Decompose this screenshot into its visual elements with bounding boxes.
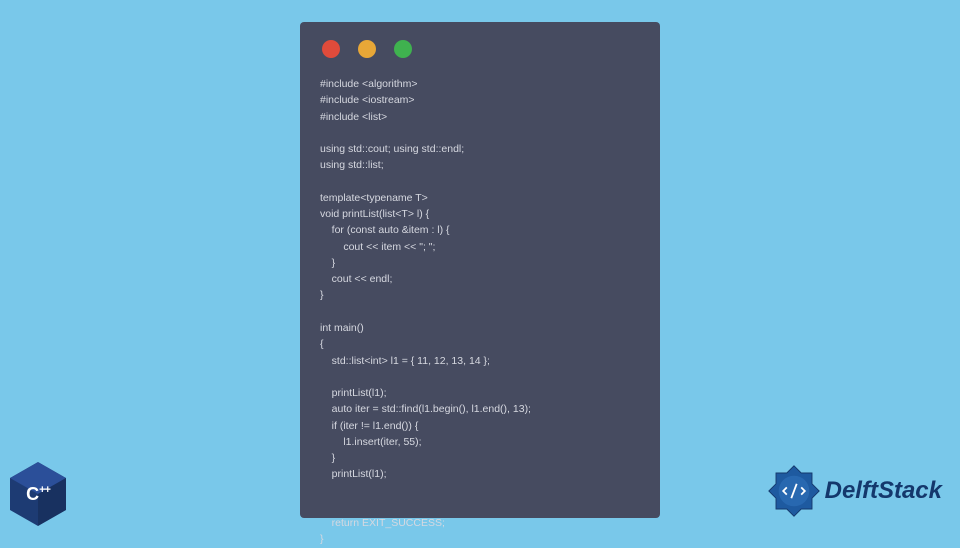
traffic-light-green-icon xyxy=(394,40,412,58)
delft-gear-icon xyxy=(767,464,821,518)
cpp-badge: C++ xyxy=(10,462,74,526)
cpp-hexagon-icon: C++ xyxy=(10,462,66,526)
traffic-light-yellow-icon xyxy=(358,40,376,58)
delft-logo: DelftStack xyxy=(767,464,942,518)
delft-label: DelftStack xyxy=(825,477,942,505)
traffic-lights xyxy=(322,40,640,58)
traffic-light-red-icon xyxy=(322,40,340,58)
code-block: #include <algorithm> #include <iostream>… xyxy=(320,76,640,548)
cpp-plus: ++ xyxy=(39,484,50,496)
code-window: #include <algorithm> #include <iostream>… xyxy=(300,22,660,518)
cpp-label: C xyxy=(26,484,39,504)
